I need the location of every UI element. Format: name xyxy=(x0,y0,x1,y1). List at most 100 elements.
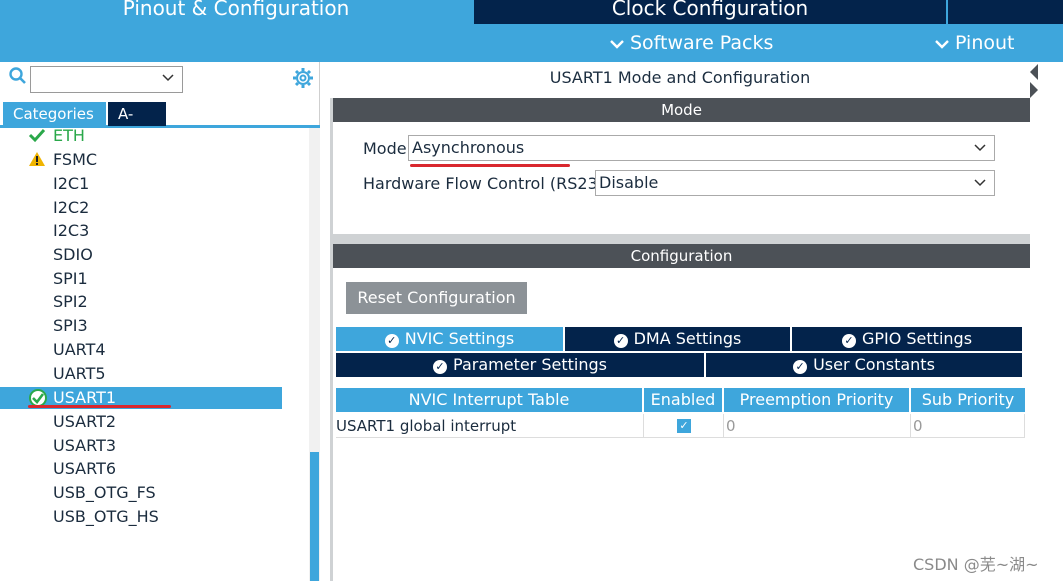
tab-gpio-settings[interactable]: ✓ GPIO Settings xyxy=(792,327,1022,351)
software-packs-menu[interactable]: Software Packs xyxy=(610,30,773,57)
pinout-menu-label: Pinout xyxy=(955,32,1015,54)
table-header: NVIC Interrupt Table xyxy=(336,388,642,412)
tab-clock-configuration[interactable]: Clock Configuration xyxy=(474,0,946,24)
list-item-label: I2C3 xyxy=(53,221,90,240)
table-cell: USART1 global interrupt xyxy=(336,414,644,438)
expand-right-icon[interactable] xyxy=(1030,82,1038,98)
table-header: Sub Priority xyxy=(911,388,1025,412)
list-item[interactable]: I2C1 xyxy=(0,173,282,195)
check-circle-icon: ✓ xyxy=(384,334,399,348)
list-item-label: UART5 xyxy=(53,364,106,383)
mode-section: Mode Asynchronous Hardware Flow Control … xyxy=(333,122,1030,234)
chevron-down-icon xyxy=(610,31,624,57)
list-item[interactable]: FSMC xyxy=(0,149,282,171)
tab-categories[interactable]: Categories xyxy=(3,102,106,126)
peripheral-tree: ETH FSMC I2C1 I2C2 I2C3 SDIO SPI1 SPI2 S… xyxy=(0,128,310,581)
mode-select[interactable]: Asynchronous xyxy=(408,135,995,161)
mode-section-header: Mode xyxy=(333,98,1030,122)
check-circle-icon: ✓ xyxy=(841,334,856,348)
list-item-label: SPI2 xyxy=(53,292,88,311)
table-header: Enabled xyxy=(644,388,722,412)
software-packs-label: Software Packs xyxy=(630,32,774,54)
tab-label: GPIO Settings xyxy=(861,329,973,348)
watermark: CSDN @芜~湖~ xyxy=(913,555,1039,574)
tab-user-constants[interactable]: ✓ User Constants xyxy=(706,353,1022,377)
list-item[interactable]: USART6 xyxy=(0,458,282,480)
list-item-label: UART4 xyxy=(53,340,106,359)
list-item[interactable]: USART2 xyxy=(0,411,282,433)
tab-pinout-configuration[interactable]: Pinout & Configuration xyxy=(0,0,472,24)
gear-icon[interactable] xyxy=(292,67,314,89)
list-item[interactable]: USART3 xyxy=(0,435,282,457)
scrollbar-thumb[interactable] xyxy=(310,452,319,581)
annotation-underline xyxy=(28,405,171,408)
annotation-underline xyxy=(410,164,570,167)
reset-configuration-button[interactable]: Reset Configuration xyxy=(346,282,527,314)
table-header: Preemption Priority xyxy=(724,388,909,412)
configuration-section: Reset Configuration ✓ NVIC Settings ✓ DMA … xyxy=(333,268,1030,581)
list-item[interactable]: SDIO xyxy=(0,244,282,266)
list-item[interactable]: I2C3 xyxy=(0,220,282,242)
tab-label: User Constants xyxy=(813,355,935,374)
mode-configuration-panel: USART1 Mode and Configuration Mode Mode … xyxy=(330,62,1030,581)
list-item-label: USB_OTG_FS xyxy=(53,483,156,502)
list-item-label: USART3 xyxy=(53,436,117,455)
list-item[interactable]: SPI3 xyxy=(0,315,282,337)
chevron-down-icon xyxy=(935,31,949,57)
list-item-label: I2C2 xyxy=(53,198,90,217)
enabled-checkbox[interactable]: ✓ xyxy=(677,419,691,433)
list-item-label: USB_OTG_HS xyxy=(53,507,159,526)
panel-title-bar: USART1 Mode and Configuration xyxy=(330,62,1030,98)
enabled-cell: ✓ xyxy=(644,414,724,438)
hardware-flow-control-select[interactable]: Disable xyxy=(595,170,995,196)
search-input[interactable] xyxy=(30,66,183,93)
list-item[interactable]: SPI1 xyxy=(0,268,282,290)
list-item-label: I2C1 xyxy=(53,174,90,193)
list-item-label: FSMC xyxy=(53,150,98,169)
tab-clock-label: Clock Configuration xyxy=(611,0,809,20)
list-item[interactable]: ETH xyxy=(0,128,282,147)
tab-nvic-settings[interactable]: ✓ NVIC Settings xyxy=(336,327,563,351)
check-circle-icon: ✓ xyxy=(613,334,628,348)
warning-icon xyxy=(28,151,48,169)
panel-title: USART1 Mode and Configuration xyxy=(549,68,811,87)
chevron-down-icon[interactable] xyxy=(162,71,174,86)
top-bar: Pinout & Configuration Clock Configurati… xyxy=(0,0,1063,62)
tab-label: DMA Settings xyxy=(633,329,742,348)
right-edge-strip xyxy=(1030,62,1063,581)
tab-a-to-z[interactable]: A->Z xyxy=(108,102,166,147)
categories-panel: Categories A->Z ETH FSMC I2C1 I2C2 I2C3 … xyxy=(0,62,320,581)
list-item[interactable]: UART5 xyxy=(0,363,282,385)
list-item[interactable]: UART4 xyxy=(0,339,282,361)
preemption-priority-cell[interactable]: 0 xyxy=(724,414,911,438)
collapse-left-icon[interactable] xyxy=(1030,64,1038,80)
hardware-flow-control-label: Hardware Flow Control (RS232) xyxy=(363,174,615,193)
mode-select-value: Asynchronous xyxy=(412,138,525,157)
list-item-label: SPI3 xyxy=(53,316,88,335)
tab-label: Parameter Settings xyxy=(453,355,607,374)
mode-label: Mode xyxy=(363,139,407,158)
tab-parameter-settings[interactable]: ✓ Parameter Settings xyxy=(336,353,704,377)
search-icon[interactable] xyxy=(8,66,28,86)
list-item-label: USART6 xyxy=(53,459,117,478)
check-circle-icon: ✓ xyxy=(433,360,448,374)
checkmark-icon xyxy=(28,128,48,145)
tab-dma-settings[interactable]: ✓ DMA Settings xyxy=(565,327,790,351)
tab-categories-label: Categories xyxy=(13,105,94,123)
chevron-down-icon xyxy=(974,171,986,195)
tab-pinout-label: Pinout & Configuration xyxy=(122,0,350,20)
list-item[interactable]: SPI2 xyxy=(0,291,282,313)
tab-project-manager[interactable] xyxy=(948,0,1063,24)
tab-label: NVIC Settings xyxy=(404,329,515,348)
list-item-label: ETH xyxy=(53,128,85,145)
configuration-section-header: Configuration xyxy=(333,244,1030,268)
sub-priority-cell[interactable]: 0 xyxy=(911,414,1025,438)
list-item-label: SDIO xyxy=(53,245,93,264)
list-item[interactable]: I2C2 xyxy=(0,197,282,219)
chevron-down-icon xyxy=(974,136,986,160)
list-item-label: USART2 xyxy=(53,412,117,431)
category-tabs: Categories A->Z xyxy=(0,100,320,147)
list-item[interactable]: USB_OTG_FS xyxy=(0,482,282,504)
pinout-menu[interactable]: Pinout xyxy=(935,30,1014,57)
list-item[interactable]: USB_OTG_HS xyxy=(0,506,282,528)
